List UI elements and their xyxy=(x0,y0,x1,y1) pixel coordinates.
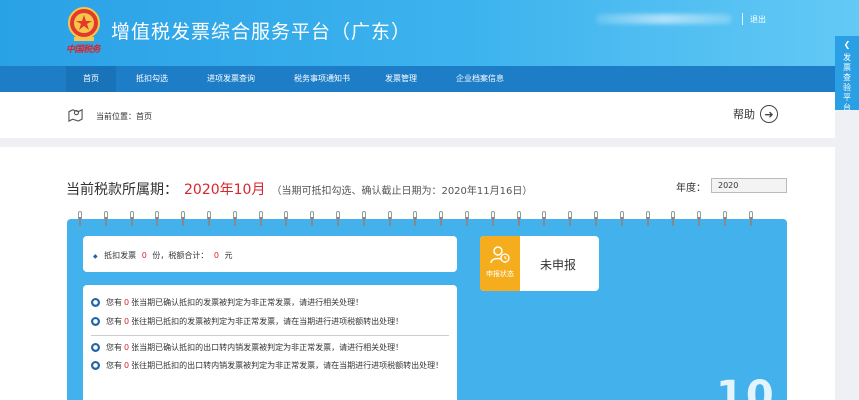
site-title: 增值税发票综合服务平台（广东） xyxy=(111,21,412,43)
notice-text: 张当期已确认抵扣的发票被判定为非正常发票，请进行相关处理！ xyxy=(131,298,364,307)
status-icon-box: 申报状态 xyxy=(480,236,520,291)
binder-ring xyxy=(748,211,754,226)
binder-ring xyxy=(258,211,264,226)
year-select[interactable]: 2020 xyxy=(711,178,787,193)
notice-bullet-icon: ● xyxy=(91,343,100,352)
period-deadline-note: （当期可抵扣勾选、确认截止日期为：2020年11月16日） xyxy=(271,186,533,197)
binder-ring xyxy=(206,211,212,226)
abnormal-invoice-notices-card: ● 您有 0 张当期已确认抵扣的发票被判定为非正常发票，请进行相关处理！ ● 您有 0… xyxy=(83,285,457,400)
binder-ring xyxy=(438,211,444,226)
side-tab-label: 发票查验平台 xyxy=(843,53,851,112)
logout-link[interactable]: 退出 xyxy=(750,14,766,25)
declaration-status-card: 申报状态 未申报 xyxy=(480,236,599,291)
nav-deduction-select[interactable]: 抵扣勾选 xyxy=(121,66,183,92)
invoice-count[interactable]: 0 xyxy=(142,251,147,260)
notice-count[interactable]: 0 xyxy=(124,343,129,352)
notice-bullet-icon: ● xyxy=(91,361,100,370)
status-icon-label: 申报状态 xyxy=(486,270,514,278)
invoice-summary-suffix: 元 xyxy=(224,251,233,260)
invoice-summary-prefix: 抵扣发票 xyxy=(104,251,137,260)
notice-count[interactable]: 0 xyxy=(124,298,129,307)
notice-text: 张往期已抵扣的发票被判定为非正常发票，请在当期进行进项税额转出处理！ xyxy=(131,317,404,326)
arrow-right-circle-icon: ➜ xyxy=(760,105,778,123)
tax-amount: 0 xyxy=(213,251,219,260)
tax-period-line: 当前税款所属期： 2020年10月 （当期可抵扣勾选、确认截止日期为：2020年… xyxy=(66,179,532,199)
notice-prefix: 您有 xyxy=(106,317,122,326)
invoice-summary-card: ◆ 抵扣发票 0 份，税额合计： 0 元 xyxy=(83,236,457,272)
binder-ring xyxy=(593,211,599,226)
binder-ring xyxy=(412,211,418,226)
diamond-bullet-icon: ◆ xyxy=(93,253,98,260)
binder-ring xyxy=(129,211,135,226)
notice-item: ● 您有 0 张往期已抵扣的发票被判定为非正常发票，请在当期进行进项税额转出处理！ xyxy=(91,316,403,327)
notice-item: ● 您有 0 张当期已确认抵扣的发票被判定为非正常发票，请进行相关处理！ xyxy=(91,297,363,308)
notice-prefix: 您有 xyxy=(106,343,122,352)
user-clock-icon xyxy=(490,246,510,264)
binder-ring xyxy=(722,211,728,226)
binder-ring xyxy=(696,211,702,226)
calendar-month-number: 10 xyxy=(716,373,776,400)
notice-bullet-icon: ● xyxy=(91,298,100,307)
notice-divider xyxy=(91,335,449,336)
year-label: 年度： xyxy=(676,183,706,194)
binder-ring xyxy=(490,211,496,226)
declaration-status-value: 未申报 xyxy=(540,258,577,272)
header-separator xyxy=(742,13,743,25)
notice-item: ● 您有 0 张往期已抵扣的出口转内销发票被判定为非正常发票，请在当期进行进项税额转… xyxy=(91,360,451,371)
notice-prefix: 您有 xyxy=(106,361,122,370)
help-button[interactable]: 帮助 ➜ xyxy=(733,105,778,123)
invoice-summary-line: ◆ 抵扣发票 0 份，税额合计： 0 元 xyxy=(93,250,233,261)
binder-ring xyxy=(387,211,393,226)
binder-ring xyxy=(103,211,109,226)
period-value: 2020年10月 xyxy=(184,182,266,198)
chevron-left-icon: ❮ xyxy=(843,40,851,49)
binder-ring xyxy=(541,211,547,226)
nav-enterprise-profile[interactable]: 企业档案信息 xyxy=(441,66,519,92)
notice-text: 张当期已确认抵扣的出口转内销发票被判定为非正常发票，请进行相关处理！ xyxy=(131,343,404,352)
nav-home[interactable]: 首页 xyxy=(66,66,116,92)
nav-input-invoice-query[interactable]: 进项发票查询 xyxy=(190,66,272,92)
binder-ring xyxy=(180,211,186,226)
notice-item: ● 您有 0 张当期已确认抵扣的出口转内销发票被判定为非正常发票，请进行相关处理！ xyxy=(91,342,403,353)
header-bar: 中国税务 增值税发票综合服务平台（广东） 退出 xyxy=(0,0,859,66)
binder-ring xyxy=(361,211,367,226)
main-nav: 首页 抵扣勾选 进项发票查询 税务事项通知书 发票管理 企业档案信息 xyxy=(0,66,859,92)
binder-ring xyxy=(645,211,651,226)
invoice-verify-side-tab[interactable]: ❮ 发票查验平台 xyxy=(835,36,859,112)
period-label: 当前税款所属期： xyxy=(66,182,178,198)
invoice-summary-middle: 份，税额合计： xyxy=(152,251,209,260)
location-map-icon xyxy=(68,108,83,122)
user-name-blurred xyxy=(596,14,732,24)
binder-ring xyxy=(670,211,676,226)
binder-ring xyxy=(464,211,470,226)
calendar-rings xyxy=(67,211,787,227)
nav-tax-notice[interactable]: 税务事项通知书 xyxy=(279,66,365,92)
notice-count[interactable]: 0 xyxy=(124,317,129,326)
binder-ring xyxy=(335,211,341,226)
logo-text: 中国税务 xyxy=(66,45,101,55)
nav-invoice-management[interactable]: 发票管理 xyxy=(367,66,435,92)
binder-ring xyxy=(283,211,289,226)
binder-ring xyxy=(567,211,573,226)
binder-ring xyxy=(77,211,83,226)
notice-count[interactable]: 0 xyxy=(124,361,129,370)
breadcrumb: 当前位置：首页 xyxy=(96,112,152,121)
binder-ring xyxy=(232,211,238,226)
notice-bullet-icon: ● xyxy=(91,317,100,326)
breadcrumb-bar: 当前位置：首页 帮助 ➜ xyxy=(0,92,835,138)
binder-ring xyxy=(516,211,522,226)
notice-text: 张往期已抵扣的出口转内销发票被判定为非正常发票，请在当期进行进项税额转出处理！ xyxy=(131,361,444,370)
binder-ring xyxy=(619,211,625,226)
notice-prefix: 您有 xyxy=(106,298,122,307)
binder-ring xyxy=(309,211,315,226)
binder-ring xyxy=(154,211,160,226)
help-label: 帮助 xyxy=(733,108,755,121)
